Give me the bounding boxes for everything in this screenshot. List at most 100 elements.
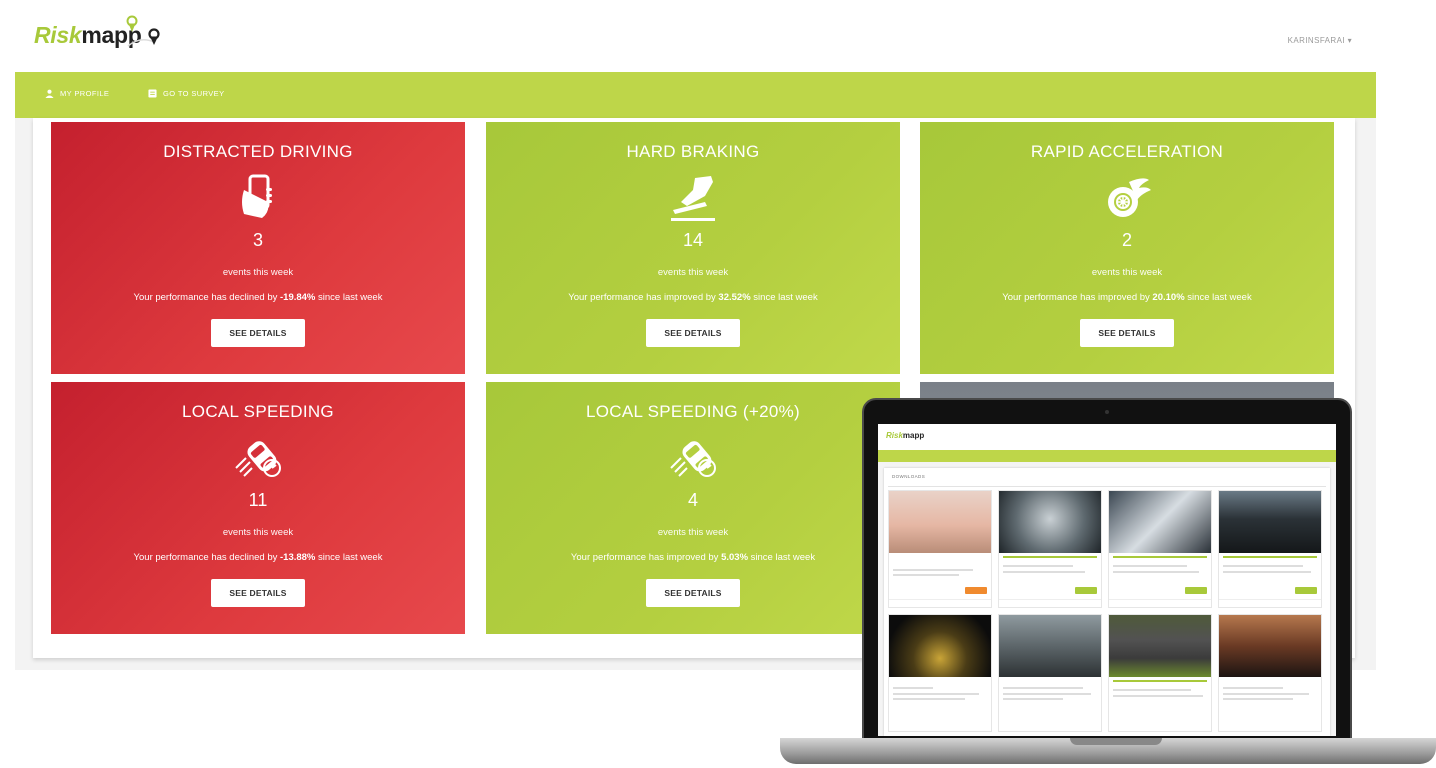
tile-text-line xyxy=(1003,571,1085,573)
video-thumbnail xyxy=(1109,491,1211,553)
card-title: DISTRACTED DRIVING xyxy=(163,142,353,161)
see-details-button[interactable]: SEE DETAILS xyxy=(211,579,305,607)
tile-progress xyxy=(1223,556,1317,558)
logo-risk-text: Risk xyxy=(34,22,82,48)
flaming-wheel-icon xyxy=(1108,178,1151,217)
video-thumbnail xyxy=(999,491,1101,553)
performance-prefix: Your performance has improved by xyxy=(1002,292,1153,303)
user-menu[interactable]: KARINSFARAI ▾ xyxy=(1288,36,1352,45)
see-details-button[interactable]: SEE DETAILS xyxy=(646,319,740,347)
event-unit: events this week xyxy=(222,527,294,538)
tile-action-button[interactable] xyxy=(1295,587,1317,594)
performance-suffix: since last week xyxy=(315,292,383,303)
see-details-button[interactable]: SEE DETAILS xyxy=(646,579,740,607)
screen-logo-mapp: mapp xyxy=(902,431,925,440)
tile-text-line xyxy=(893,693,979,695)
camera-dot xyxy=(1105,410,1109,414)
video-thumbnail xyxy=(889,491,991,553)
event-count: 11 xyxy=(248,490,268,510)
tile-action-button[interactable] xyxy=(965,587,987,594)
tile-progress xyxy=(1003,556,1097,558)
video-tile[interactable] xyxy=(1218,490,1322,608)
tile-text-line xyxy=(1113,689,1191,691)
event-unit: events this week xyxy=(1091,267,1163,278)
screen-section-title: DOWNLOADS xyxy=(892,474,926,479)
performance-suffix: since last week xyxy=(750,292,818,303)
video-tile[interactable] xyxy=(1108,490,1212,608)
nav-go-to-survey-label: GO TO SURVEY xyxy=(163,89,225,98)
card-rapid-acceleration: RAPID ACCELERATION 2 events this week Yo… xyxy=(920,122,1334,374)
performance-value: 32.52% xyxy=(718,292,751,303)
card-title: HARD BRAKING xyxy=(626,142,760,161)
video-tile[interactable] xyxy=(998,490,1102,608)
tile-text-line xyxy=(1223,565,1303,567)
video-tile[interactable] xyxy=(888,490,992,608)
tile-footer xyxy=(1109,599,1211,600)
screen-header: Riskmapp xyxy=(878,424,1336,450)
performance-prefix: Your performance has declined by xyxy=(133,552,280,563)
tile-footer xyxy=(999,599,1101,600)
card-hard-braking: HARD BRAKING 14 events this week Your pe… xyxy=(486,122,900,374)
performance-suffix: since last week xyxy=(315,552,383,563)
tile-action-button[interactable] xyxy=(1075,587,1097,594)
card-title: RAPID ACCELERATION xyxy=(1030,142,1224,161)
event-count: 3 xyxy=(252,230,263,250)
tile-text-line xyxy=(893,569,973,571)
location-pin-icon xyxy=(126,15,160,47)
video-thumbnail xyxy=(1219,491,1321,553)
performance-prefix: Your performance has improved by xyxy=(570,552,722,563)
tile-text-line xyxy=(1113,695,1203,697)
video-thumbnail xyxy=(1109,615,1211,677)
card-title: LOCAL SPEEDING xyxy=(182,402,334,421)
tile-footer xyxy=(1219,599,1321,600)
tile-text-line xyxy=(893,687,933,689)
tile-text-line xyxy=(1003,687,1083,689)
tile-text-line xyxy=(1113,565,1187,567)
performance-prefix: Your performance has improved by xyxy=(568,292,719,303)
page: Riskmapp KARINSFARAI ▾ MY PROFILE GO TO … xyxy=(0,0,1436,768)
tile-text-line xyxy=(1223,687,1283,689)
event-unit: events this week xyxy=(657,267,729,278)
see-details-button[interactable]: SEE DETAILS xyxy=(1080,319,1174,347)
card-local-speeding: LOCAL SPEEDING 11 events this week Your … xyxy=(51,382,465,634)
nav-my-profile[interactable]: MY PROFILE xyxy=(45,89,109,98)
screen-logo: Riskmapp xyxy=(886,431,924,440)
performance-value: -13.88% xyxy=(280,552,316,563)
nav-go-to-survey[interactable]: GO TO SURVEY xyxy=(148,89,225,98)
screen-downloads-panel: DOWNLOADS xyxy=(884,468,1330,736)
video-thumbnail xyxy=(999,615,1101,677)
performance-suffix: since last week xyxy=(1184,292,1252,303)
laptop-base xyxy=(780,738,1436,764)
nav-my-profile-label: MY PROFILE xyxy=(60,89,110,98)
laptop-notch xyxy=(1070,738,1162,745)
performance-value: -19.84% xyxy=(280,292,316,303)
tile-text-line xyxy=(1113,571,1199,573)
clipboard-icon xyxy=(148,89,157,98)
screen-divider xyxy=(888,486,1326,487)
video-tile[interactable] xyxy=(1108,614,1212,732)
tile-footer xyxy=(889,599,991,600)
laptop-screen: Riskmapp DOWNLOADS xyxy=(878,424,1336,736)
performance-text: Your performance has declined by -13.88%… xyxy=(51,552,465,563)
video-tile[interactable] xyxy=(998,614,1102,732)
main-nav: MY PROFILE GO TO SURVEY xyxy=(15,72,1376,118)
performance-text: Your performance has improved by 20.10% … xyxy=(920,292,1334,303)
tile-text-line xyxy=(1223,693,1309,695)
tile-text-line xyxy=(1003,698,1063,700)
screen-logo-risk: Risk xyxy=(886,431,903,440)
video-tile[interactable] xyxy=(888,614,992,732)
card-distracted-driving: DISTRACTED DRIVING 3 events this week Yo… xyxy=(51,122,465,374)
see-details-button[interactable]: SEE DETAILS xyxy=(211,319,305,347)
video-thumbnail xyxy=(889,615,991,677)
tile-action-button[interactable] xyxy=(1185,587,1207,594)
tile-text-line xyxy=(1223,698,1293,700)
laptop-lid: Riskmapp DOWNLOADS xyxy=(862,398,1352,748)
event-count: 2 xyxy=(1121,230,1132,250)
performance-prefix: Your performance has declined by xyxy=(133,292,280,303)
speeding-car-icon xyxy=(235,441,281,477)
foot-on-pedal-icon xyxy=(671,176,715,221)
tile-text-line xyxy=(1223,571,1311,573)
tile-progress xyxy=(1113,556,1207,558)
video-tile[interactable] xyxy=(1218,614,1322,732)
event-count: 14 xyxy=(682,230,704,250)
